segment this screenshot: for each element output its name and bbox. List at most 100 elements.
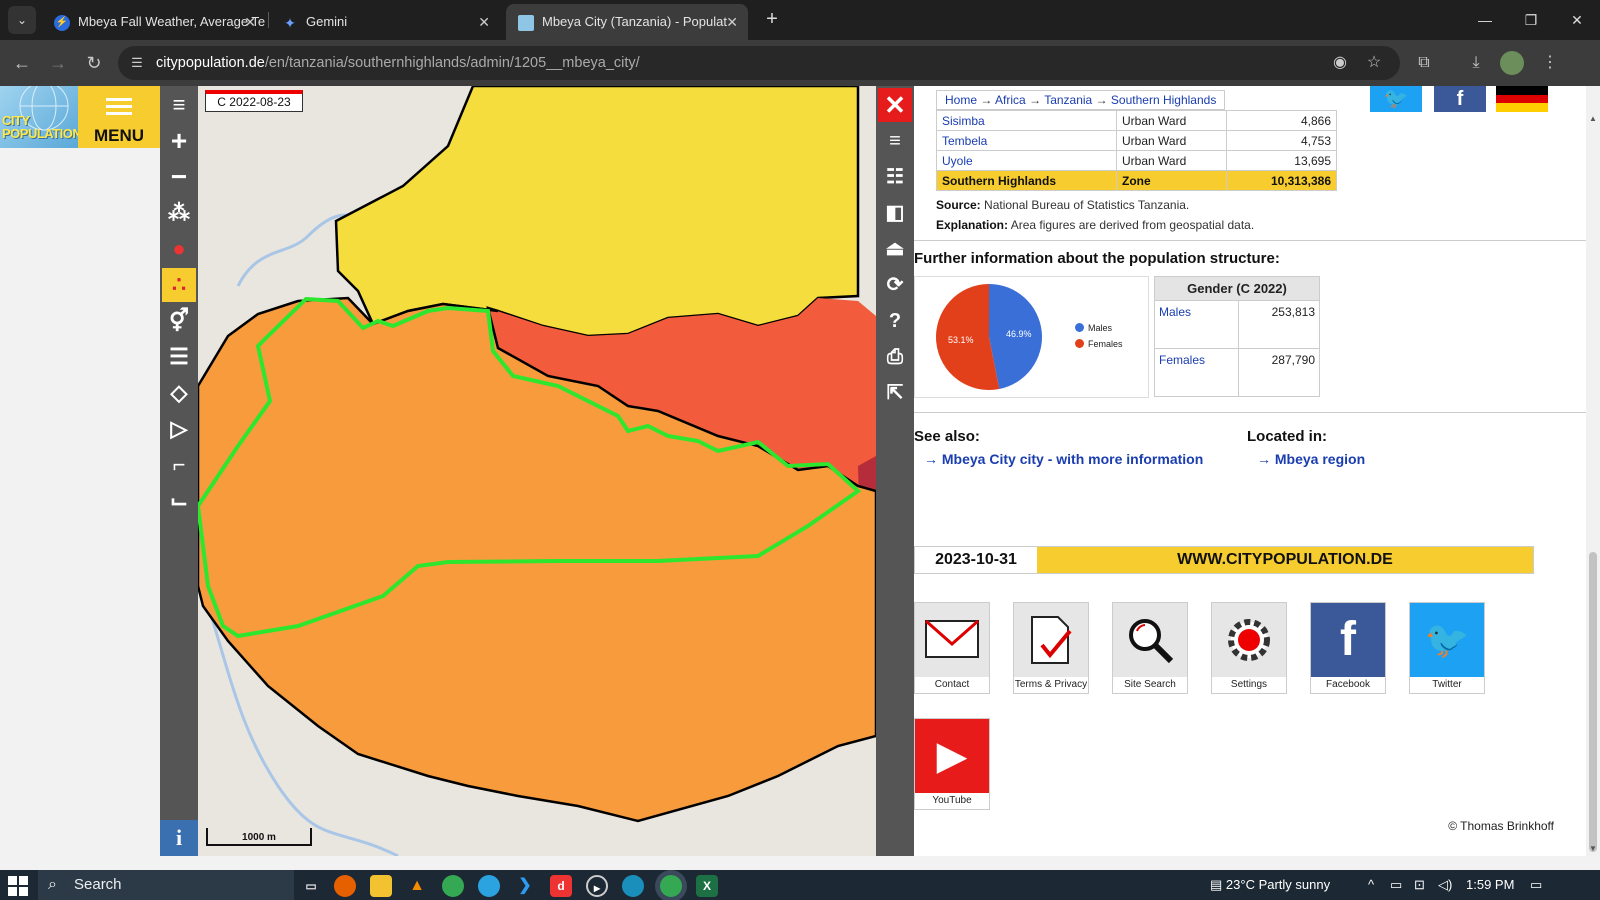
firefox-icon[interactable] [334, 875, 356, 897]
breadcrumb-southern-highlands[interactable]: Southern Highlands [1111, 93, 1216, 107]
more-menu-icon[interactable]: ⋮ [1538, 51, 1562, 75]
restore-button[interactable]: ❐ [1508, 0, 1554, 40]
excel-icon[interactable]: X [696, 875, 718, 897]
site-info-icon[interactable]: ☰ [128, 54, 146, 72]
windows-start-icon[interactable] [8, 876, 28, 896]
label-tag-icon[interactable]: ▷ [162, 412, 196, 446]
bookmark-star-icon[interactable]: ☆ [1364, 53, 1384, 73]
info-icon[interactable]: i [160, 820, 198, 856]
twitter-tile[interactable]: 🐦 Twitter [1409, 602, 1485, 694]
gender-label[interactable]: Females [1154, 348, 1239, 397]
app-icon[interactable] [622, 875, 644, 897]
rotate-icon[interactable]: ⟳ [878, 268, 912, 302]
eye-off-icon[interactable]: ◉ [1330, 53, 1350, 73]
taskbar-search[interactable]: ⌕ Search [38, 870, 294, 900]
shapes-icon[interactable]: ◇ [162, 376, 196, 410]
profile-avatar-icon[interactable] [1500, 51, 1524, 75]
german-flag-icon[interactable] [1496, 86, 1548, 112]
located-in-link[interactable]: → Mbeya region [1257, 451, 1365, 467]
tray-chevron-icon[interactable]: ^ [1368, 870, 1374, 900]
tab-gemini[interactable]: ✦ Gemini ✕ [270, 4, 500, 40]
youtube-tile[interactable]: ▶ YouTube [914, 718, 990, 810]
network-icon[interactable]: ⊡ [1414, 870, 1425, 900]
population-symbols-icon[interactable]: ● [162, 232, 196, 266]
tab-search-button[interactable]: ⌄ [8, 6, 36, 34]
tab-weather[interactable]: ⚡ Mbeya Fall Weather, Average Te ✕ [42, 4, 266, 40]
density-dots-icon[interactable]: ∴ [162, 268, 196, 302]
task-view-icon[interactable]: ▭ [300, 875, 322, 897]
twitter-share-icon[interactable]: 🐦 [1370, 86, 1422, 112]
see-also-link[interactable]: → Mbeya City city - with more informatio… [924, 451, 1203, 467]
vscode-icon[interactable]: ❯ [514, 875, 536, 897]
scroll-down-arrow-icon[interactable]: ▼ [1586, 842, 1600, 856]
region-yellow[interactable] [334, 86, 860, 338]
breadcrumb-africa[interactable]: Africa [995, 93, 1026, 107]
facebook-tile[interactable]: f Facebook [1310, 602, 1386, 694]
table-cell-name[interactable]: Tembela [936, 130, 1117, 151]
close-tab-icon[interactable]: ✕ [244, 4, 256, 40]
page-scrollbar[interactable]: ▲ ▼ [1586, 86, 1600, 856]
clock-time[interactable]: 1:59 PM [1466, 870, 1514, 900]
table-cell-name[interactable]: Sisimba [936, 110, 1117, 131]
minimize-button[interactable]: — [1462, 0, 1508, 40]
weather-widget[interactable]: ▤ 23°C Partly sunny [1210, 870, 1330, 900]
vlc-icon[interactable]: ▲ [406, 875, 428, 897]
gender-icon[interactable]: ⚥ [162, 304, 196, 338]
upload-eject-icon[interactable]: ⏏ [878, 232, 912, 266]
new-tab-button[interactable]: + [758, 6, 786, 34]
download-icon[interactable]: ⤓ [1464, 51, 1488, 75]
boundary-icon[interactable]: ⌐ [162, 448, 196, 482]
file-explorer-icon[interactable] [370, 875, 392, 897]
website-link[interactable]: WWW.CITYPOPULATION.DE [1037, 547, 1533, 573]
zoom-in-icon[interactable]: + [162, 124, 196, 158]
tab-citypopulation[interactable]: Mbeya City (Tanzania) - Populat ✕ [506, 4, 748, 40]
hierarchy-icon[interactable]: ⁂ [162, 196, 196, 230]
scrollbar-thumb[interactable] [1589, 552, 1597, 852]
table-cell-name[interactable]: Uyole [936, 150, 1117, 171]
contact-tile[interactable]: Contact [914, 602, 990, 694]
scroll-up-arrow-icon[interactable]: ▲ [1586, 112, 1600, 126]
extensions-icon[interactable]: ⧉ [1412, 51, 1436, 75]
close-window-button[interactable]: ✕ [1554, 0, 1600, 40]
gender-label[interactable]: Males [1154, 300, 1239, 349]
list-menu-icon[interactable]: ≡ [162, 88, 196, 122]
back-arrow-icon[interactable]: ← [8, 49, 36, 77]
breadcrumb-tanzania[interactable]: Tanzania [1044, 93, 1092, 107]
telegram-icon[interactable] [478, 875, 500, 897]
reload-icon[interactable]: ↻ [80, 49, 108, 77]
legend-list-icon[interactable]: ☰ [162, 340, 196, 374]
zoom-out-icon[interactable]: − [162, 160, 196, 194]
close-map-icon[interactable]: ✕ [878, 88, 912, 122]
close-tab-icon[interactable]: ✕ [478, 4, 490, 40]
opacity-icon[interactable]: ◧ [878, 196, 912, 230]
help-icon[interactable]: ? [878, 304, 912, 338]
boundary-alt-icon[interactable]: ⌙ [162, 484, 196, 518]
chrome-active-icon[interactable] [660, 875, 682, 897]
battery-icon[interactable]: ▭ [1390, 870, 1402, 900]
settings-tile[interactable]: Settings [1211, 602, 1287, 694]
basemap-layers-icon[interactable]: ☷ [878, 160, 912, 194]
notifications-icon[interactable]: ▭ [1530, 870, 1542, 900]
player-icon[interactable]: ▸ [586, 875, 608, 897]
site-search-tile[interactable]: Site Search [1112, 602, 1188, 694]
chrome-icon[interactable] [442, 875, 464, 897]
table-row: Tembela Urban Ward 4,753 [936, 130, 1337, 151]
print-icon[interactable]: ⎙ [878, 340, 912, 374]
volume-icon[interactable]: ◁) [1438, 870, 1452, 900]
citypopulation-logo[interactable]: CITY POPULATION [0, 86, 78, 148]
address-bar[interactable]: ☰ citypopulation.de/en/tanzania/southern… [118, 46, 1400, 80]
tile-label: YouTube [915, 793, 989, 809]
layers-menu-icon[interactable]: ≡ [878, 124, 912, 158]
menu-button[interactable]: MENU [78, 86, 160, 148]
tab-title: Mbeya Fall Weather, Average Te [78, 14, 266, 29]
table-cell-population: 4,753 [1226, 130, 1337, 151]
map-canvas[interactable] [198, 86, 876, 856]
breadcrumb-home[interactable]: Home [945, 93, 977, 107]
facebook-share-icon[interactable]: f [1434, 86, 1486, 112]
terms-privacy-tile[interactable]: Terms & Privacy [1013, 602, 1089, 694]
forward-arrow-icon[interactable]: → [44, 49, 72, 77]
close-tab-icon[interactable]: ✕ [726, 4, 738, 40]
media-app-icon[interactable]: d [550, 875, 572, 897]
map-scale-bar: 1000 m [206, 828, 312, 846]
external-link-icon[interactable]: ⇱ [878, 376, 912, 410]
